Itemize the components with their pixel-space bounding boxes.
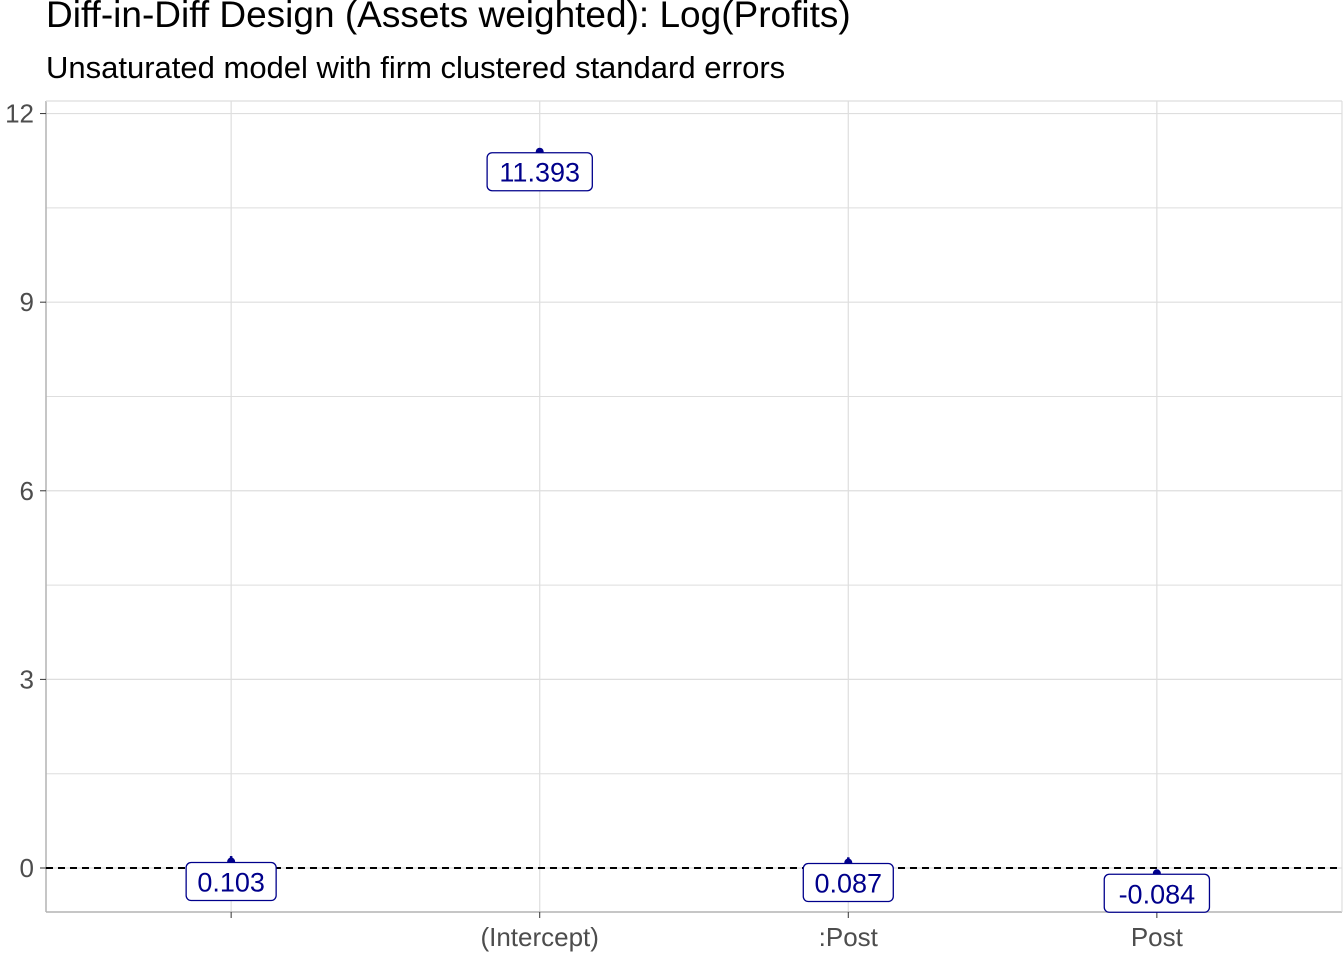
data-label: 0.103 — [197, 868, 265, 898]
y-tick-label: 3 — [20, 664, 34, 694]
y-tick-label: 6 — [20, 476, 34, 506]
y-tick-label: 0 — [20, 853, 34, 883]
data-label: 0.087 — [814, 869, 882, 899]
y-tick-label: 12 — [5, 99, 34, 129]
x-tick-label: :Post — [819, 922, 879, 952]
coefficient-plot: 0 3 6 9 12 (Intercept) :Post Post 0.103 11.393 0.… — [5, 99, 1343, 952]
data-label: 11.393 — [499, 158, 580, 188]
y-tick-label: 9 — [20, 287, 34, 317]
x-tick-label: (Intercept) — [480, 922, 599, 952]
plot-panel — [46, 101, 1342, 912]
data-label: -0.084 — [1119, 879, 1196, 909]
x-tick-label: Post — [1131, 922, 1184, 952]
